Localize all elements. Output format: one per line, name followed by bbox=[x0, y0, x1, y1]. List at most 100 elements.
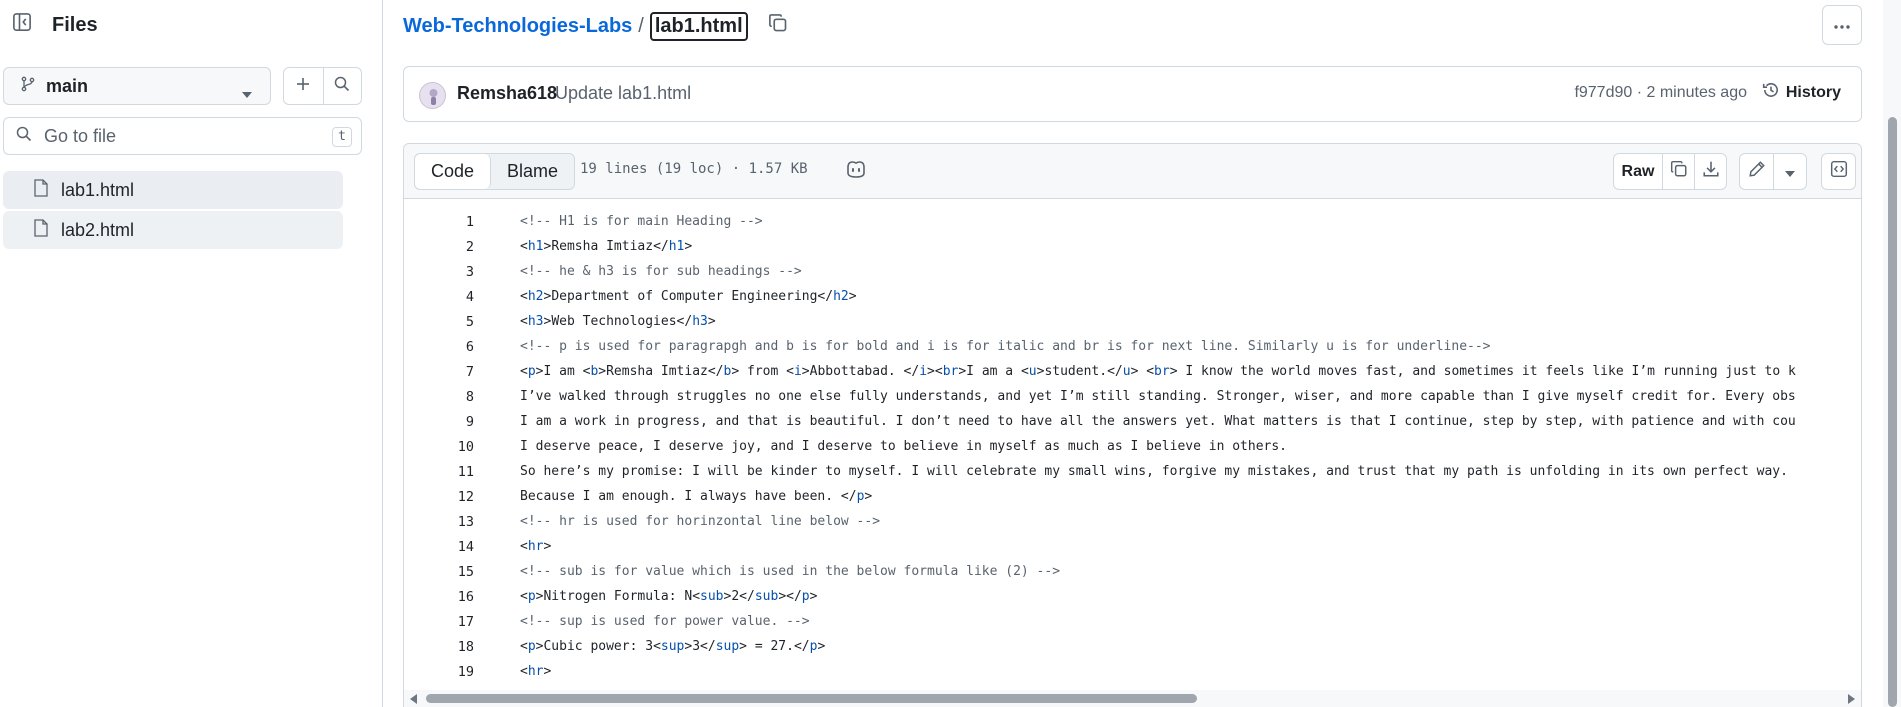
line-content: <!-- H1 is for main Heading --> bbox=[520, 214, 763, 229]
download-raw-button[interactable] bbox=[1694, 154, 1726, 189]
pencil-icon bbox=[1748, 160, 1766, 183]
chevron-down-icon bbox=[1785, 162, 1795, 182]
latest-commit-bar: Remsha618 Update lab1.html f977d90 · 2 m… bbox=[403, 66, 1862, 122]
breadcrumb-separator: / bbox=[638, 14, 644, 37]
line-content: <hr> bbox=[520, 664, 552, 679]
view-mode-toggle: Code Blame bbox=[414, 153, 576, 190]
line-number[interactable]: 9 bbox=[404, 414, 474, 430]
edit-file-button[interactable] bbox=[1740, 154, 1773, 189]
code-line: 19 <hr> bbox=[404, 659, 1861, 684]
line-content: I’ve walked through struggles no one els… bbox=[520, 389, 1796, 404]
line-content: <p>Nitrogen Formula: N<sub>2</sub></p> bbox=[520, 589, 818, 604]
file-tree-item-lab1[interactable]: lab1.html bbox=[3, 171, 343, 209]
file-icon bbox=[33, 178, 49, 202]
tab-code[interactable]: Code bbox=[415, 154, 492, 189]
raw-button[interactable]: Raw bbox=[1614, 154, 1662, 189]
plus-icon bbox=[295, 76, 311, 97]
file-tree-item-label: lab1.html bbox=[61, 179, 135, 200]
download-icon bbox=[1702, 160, 1720, 183]
horizontal-scrollbar[interactable] bbox=[404, 690, 1861, 707]
line-number[interactable]: 16 bbox=[404, 589, 474, 605]
vertical-scrollbar[interactable] bbox=[1883, 0, 1901, 707]
line-number[interactable]: 19 bbox=[404, 664, 474, 680]
avatar[interactable] bbox=[419, 82, 446, 109]
breadcrumb-repo-link[interactable]: Web-Technologies-Labs bbox=[403, 15, 632, 38]
copilot-button[interactable] bbox=[841, 156, 871, 186]
file-meta: 19 lines (19 loc) · 1.57 KB bbox=[580, 161, 808, 177]
line-content: <h3>Web Technologies</h3> bbox=[520, 314, 716, 329]
edit-options-dropdown[interactable] bbox=[1773, 154, 1806, 189]
copy-path-button[interactable] bbox=[764, 12, 792, 40]
history-icon bbox=[1762, 81, 1780, 104]
search-icon bbox=[16, 126, 32, 147]
code-line: 1 <!-- H1 is for main Heading --> bbox=[404, 209, 1861, 234]
code-line: 6 <!-- p is used for paragrapgh and b is … bbox=[404, 334, 1861, 359]
scroll-right-icon[interactable] bbox=[1848, 694, 1855, 704]
line-number[interactable]: 10 bbox=[404, 439, 474, 455]
line-number[interactable]: 13 bbox=[404, 514, 474, 530]
line-content: <p>Cubic power: 3<sup>3</sup> = 27.</p> bbox=[520, 639, 826, 654]
line-number[interactable]: 5 bbox=[404, 314, 474, 330]
edit-actions-group bbox=[1739, 153, 1807, 190]
file-icon bbox=[33, 218, 49, 242]
code-line: 11 So here’s my promise: I will be kinder… bbox=[404, 459, 1861, 484]
add-file-button[interactable] bbox=[284, 68, 323, 104]
kebab-horizontal-icon bbox=[1833, 15, 1851, 35]
line-number[interactable]: 8 bbox=[404, 389, 474, 405]
branch-selector-button[interactable]: main bbox=[3, 67, 271, 105]
line-content: I am a work in progress, and that is bea… bbox=[520, 414, 1796, 429]
code-line: 8 I’ve walked through struggles no one el… bbox=[404, 384, 1861, 409]
line-number[interactable]: 2 bbox=[404, 239, 474, 255]
line-content: I deserve peace, I deserve joy, and I de… bbox=[520, 439, 1288, 454]
scroll-left-icon[interactable] bbox=[410, 694, 417, 704]
chevron-down-icon bbox=[242, 83, 252, 103]
search-code-button[interactable] bbox=[322, 68, 362, 104]
collapse-sidebar-button[interactable] bbox=[6, 8, 38, 40]
line-number[interactable]: 11 bbox=[404, 464, 474, 480]
tab-blame[interactable]: Blame bbox=[491, 154, 574, 189]
line-number[interactable]: 12 bbox=[404, 489, 474, 505]
line-content: <!-- p is used for paragrapgh and b is f… bbox=[520, 339, 1491, 354]
line-number[interactable]: 17 bbox=[404, 614, 474, 630]
go-to-file-input[interactable]: Go to file t bbox=[3, 117, 362, 155]
commit-hash-time[interactable]: f977d90 · 2 minutes ago bbox=[1574, 84, 1747, 102]
line-number[interactable]: 6 bbox=[404, 339, 474, 355]
history-label: History bbox=[1785, 83, 1841, 101]
line-content: So here’s my promise: I will be kinder t… bbox=[520, 464, 1788, 479]
line-number[interactable]: 7 bbox=[404, 364, 474, 380]
vertical-scroll-thumb[interactable] bbox=[1888, 117, 1897, 707]
line-content: <!-- sup is used for power value. --> bbox=[520, 614, 810, 629]
line-number[interactable]: 3 bbox=[404, 264, 474, 280]
code-line: 17 <!-- sup is used for power value. --> bbox=[404, 609, 1861, 634]
line-content: <hr> bbox=[520, 539, 552, 554]
line-number[interactable]: 1 bbox=[404, 214, 474, 230]
horizontal-scroll-thumb[interactable] bbox=[426, 694, 1197, 703]
file-tree-sidebar: Files main Go to file t lab1.html lab2.h… bbox=[0, 0, 383, 707]
line-content: <h2>Department of Computer Engineering</… bbox=[520, 289, 857, 304]
code-line: 5 <h3>Web Technologies</h3> bbox=[404, 309, 1861, 334]
copy-icon bbox=[768, 13, 788, 39]
code-line: 10 I deserve peace, I deserve joy, and I … bbox=[404, 434, 1861, 459]
line-number[interactable]: 18 bbox=[404, 639, 474, 655]
code-line: 9 I am a work in progress, and that is be… bbox=[404, 409, 1861, 434]
line-number[interactable]: 4 bbox=[404, 289, 474, 305]
more-options-button[interactable] bbox=[1822, 5, 1862, 45]
file-header: Code Blame 19 lines (19 loc) · 1.57 KB R… bbox=[404, 144, 1861, 199]
line-number[interactable]: 14 bbox=[404, 539, 474, 555]
history-button[interactable]: History bbox=[1756, 81, 1841, 104]
copy-raw-button[interactable] bbox=[1662, 154, 1694, 189]
keyboard-shortcut-hint: t bbox=[332, 127, 352, 147]
branch-name: main bbox=[46, 75, 89, 96]
line-number[interactable]: 15 bbox=[404, 564, 474, 580]
commit-author-link[interactable]: Remsha618 bbox=[457, 83, 557, 104]
file-tree-item-lab2[interactable]: lab2.html bbox=[3, 211, 343, 249]
code-line: 7 <p>I am <b>Remsha Imtiaz</b> from <i>Ab… bbox=[404, 359, 1861, 384]
line-content: <h1>Remsha Imtiaz</h1> bbox=[520, 239, 693, 254]
sidebar-actions bbox=[283, 67, 362, 105]
line-content: Because I am enough. I always have been.… bbox=[520, 489, 873, 504]
sidebar-title: Files bbox=[52, 14, 98, 36]
code-view[interactable]: 1 <!-- H1 is for main Heading --> 2 <h1>Rem… bbox=[404, 200, 1861, 690]
line-content: <!-- he & h3 is for sub headings --> bbox=[520, 264, 802, 279]
commit-message-link[interactable]: Update lab1.html bbox=[555, 83, 691, 104]
symbols-panel-button[interactable] bbox=[1821, 153, 1856, 190]
